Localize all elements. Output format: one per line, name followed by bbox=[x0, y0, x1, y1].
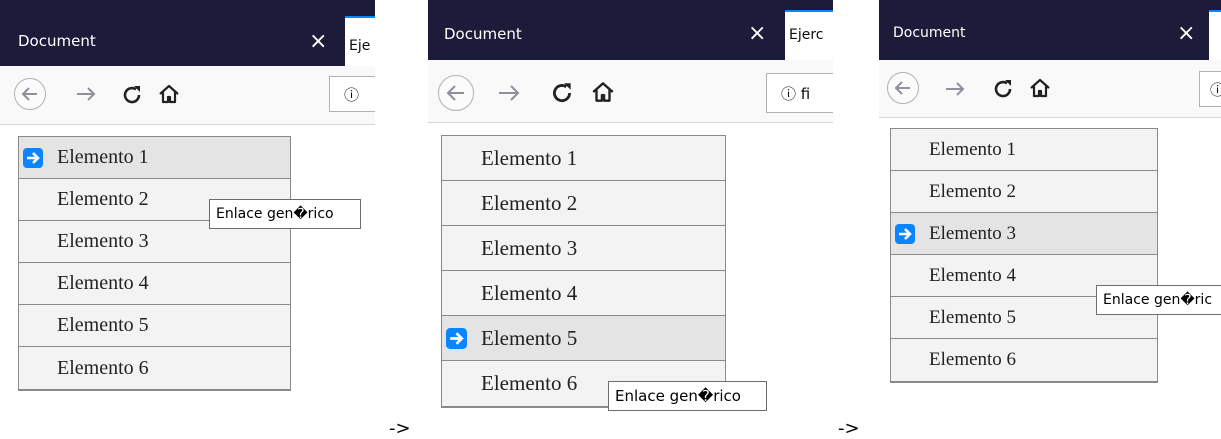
menu-item-label: Elemento 3 bbox=[481, 235, 578, 260]
tab-title[interactable]: Document bbox=[444, 25, 522, 43]
tab-next[interactable]: Ejerc bbox=[785, 10, 833, 60]
menu-list: Elemento 1 Elemento 2 Elemento 3 Element… bbox=[441, 135, 726, 408]
menu-item-label: Elemento 1 bbox=[481, 145, 578, 170]
menu-item-2[interactable]: Elemento 2 bbox=[442, 181, 725, 226]
nav-bar: ⓘ bbox=[879, 60, 1221, 118]
sequence-separator: -> bbox=[389, 418, 411, 439]
menu-item-label: Elemento 3 bbox=[57, 230, 149, 252]
menu-item-label: Elemento 1 bbox=[57, 146, 149, 168]
close-icon[interactable]: × bbox=[309, 31, 327, 53]
menu-item-5[interactable]: Elemento 5 bbox=[19, 305, 290, 347]
reload-icon[interactable] bbox=[549, 80, 575, 106]
menu-item-1[interactable]: Elemento 1 bbox=[891, 129, 1157, 171]
menu-item-label: Elemento 1 bbox=[929, 138, 1017, 160]
back-arrow-icon bbox=[21, 87, 37, 101]
menu-item-5[interactable]: Elemento 5 bbox=[442, 316, 725, 361]
tab-next-label: Eje bbox=[349, 38, 371, 54]
tab-bar: Document × bbox=[879, 0, 1221, 60]
tab-next-label: Ejerc bbox=[789, 27, 824, 43]
browser-panel-1: Document × Eje ⓘ Elemento 1 Elemento 2 E… bbox=[0, 0, 375, 434]
browser-panel-3: Document × ⓘ Elemento 1 Elemento 2 Eleme… bbox=[879, 0, 1221, 434]
back-button[interactable] bbox=[14, 78, 46, 110]
tab-title[interactable]: Document bbox=[893, 25, 966, 41]
forward-arrow-icon[interactable] bbox=[74, 82, 100, 106]
sequence-separator: -> bbox=[838, 418, 860, 439]
info-icon[interactable]: ⓘ bbox=[1210, 81, 1221, 99]
forward-arrow-icon[interactable] bbox=[943, 77, 969, 101]
menu-item-2[interactable]: Elemento 2 bbox=[891, 171, 1157, 213]
menu-item-label: Elemento 6 bbox=[481, 371, 578, 395]
close-icon[interactable]: × bbox=[1177, 23, 1195, 45]
tab-bar: Document × Ejerc bbox=[428, 0, 833, 60]
menu-item-1[interactable]: Elemento 1 bbox=[442, 136, 725, 181]
url-bar[interactable]: ⓘ fi bbox=[766, 73, 833, 113]
menu-item-label: Elemento 6 bbox=[929, 349, 1017, 370]
menu-item-3[interactable]: Elemento 3 bbox=[442, 226, 725, 271]
menu-item-4[interactable]: Elemento 4 bbox=[442, 271, 725, 316]
tab-next[interactable]: Eje bbox=[345, 16, 375, 66]
menu-item-label: Elemento 2 bbox=[57, 188, 149, 210]
menu-item-label: Elemento 6 bbox=[57, 356, 149, 379]
tooltip: Enlace gen�rico bbox=[209, 199, 361, 229]
tab-next[interactable] bbox=[1209, 10, 1221, 60]
reload-icon[interactable] bbox=[120, 83, 144, 107]
home-icon[interactable] bbox=[157, 82, 181, 106]
menu-item-4[interactable]: Elemento 4 bbox=[19, 263, 290, 305]
menu-list: Elemento 1 Elemento 2 Elemento 3 Element… bbox=[18, 136, 291, 391]
tab-bar: Document × Eje bbox=[0, 0, 375, 66]
back-arrow-icon bbox=[894, 81, 910, 95]
nav-bar: ⓘ fi bbox=[428, 60, 833, 123]
back-button[interactable] bbox=[887, 72, 919, 104]
nav-bar: ⓘ bbox=[0, 66, 375, 125]
menu-item-1[interactable]: Elemento 1 bbox=[19, 137, 290, 179]
menu-item-label: Elemento 2 bbox=[481, 190, 578, 215]
menu-item-label: Elemento 5 bbox=[481, 325, 578, 350]
back-arrow-icon bbox=[446, 85, 464, 101]
tab-title[interactable]: Document bbox=[18, 32, 96, 50]
url-text: fi bbox=[800, 85, 811, 103]
tooltip: Enlace gen�ric bbox=[1096, 285, 1221, 315]
home-icon[interactable] bbox=[1028, 76, 1052, 100]
menu-item-3[interactable]: Elemento 3 bbox=[891, 213, 1157, 255]
menu-item-label: Elemento 4 bbox=[929, 264, 1017, 286]
info-icon[interactable]: ⓘ bbox=[344, 86, 359, 104]
browser-panel-2: Document × Ejerc ⓘ fi Elemento 1 Element… bbox=[428, 0, 833, 434]
url-bar[interactable]: ⓘ bbox=[1199, 71, 1221, 107]
menu-item-6[interactable]: Elemento 6 bbox=[19, 347, 290, 389]
right-arrow-icon bbox=[895, 224, 915, 244]
url-bar[interactable]: ⓘ bbox=[329, 76, 375, 112]
home-icon[interactable] bbox=[590, 79, 616, 105]
menu-item-label: Elemento 2 bbox=[929, 180, 1017, 202]
close-icon[interactable]: × bbox=[748, 23, 766, 45]
right-arrow-icon bbox=[23, 148, 43, 168]
right-arrow-icon bbox=[446, 328, 467, 349]
menu-item-label: Elemento 3 bbox=[929, 222, 1017, 244]
reload-icon[interactable] bbox=[991, 77, 1015, 101]
tooltip: Enlace gen�rico bbox=[608, 381, 767, 411]
menu-item-label: Elemento 5 bbox=[929, 306, 1017, 328]
menu-item-label: Elemento 4 bbox=[57, 272, 149, 294]
menu-item-6[interactable]: Elemento 6 bbox=[891, 339, 1157, 381]
forward-arrow-icon[interactable] bbox=[496, 80, 524, 106]
menu-item-label: Elemento 4 bbox=[481, 280, 578, 305]
menu-list: Elemento 1 Elemento 2 Elemento 3 Element… bbox=[890, 128, 1158, 383]
back-button[interactable] bbox=[438, 75, 474, 111]
menu-item-label: Elemento 5 bbox=[57, 314, 149, 336]
info-icon[interactable]: ⓘ bbox=[781, 85, 796, 103]
